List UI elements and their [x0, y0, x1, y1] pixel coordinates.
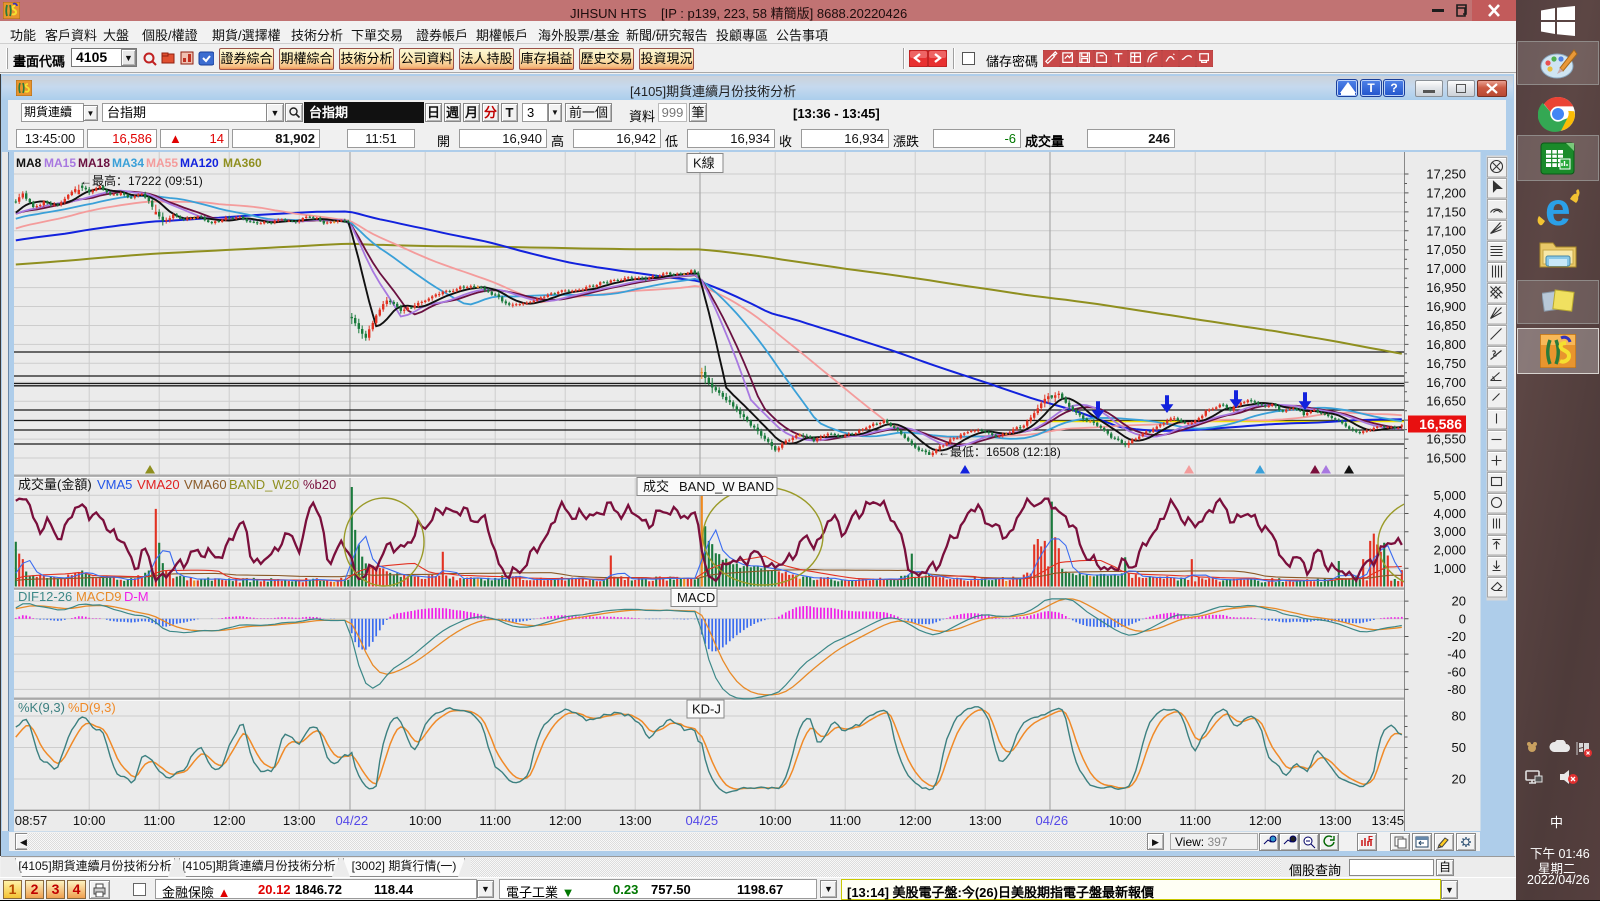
svg-text:e: e: [1545, 188, 1571, 230]
svg-text:F: F: [1368, 835, 1373, 844]
